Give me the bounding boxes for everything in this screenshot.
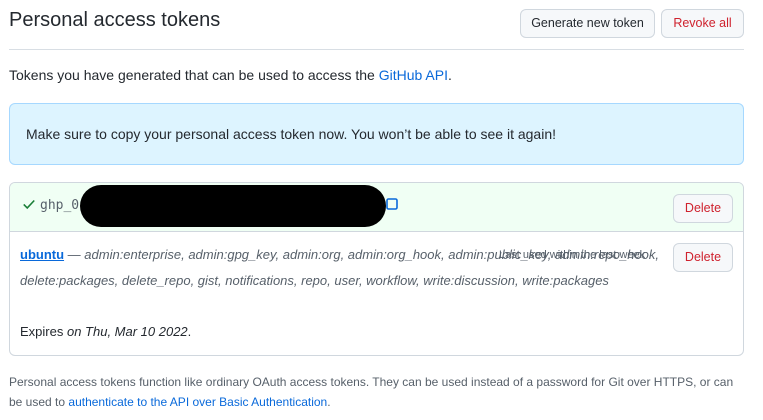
token-separator: —: [64, 247, 85, 262]
token-list: ghp_0 Delete ubuntu — admin:enterprise, …: [9, 182, 744, 356]
intro-text-before: Tokens you have generated that can be us…: [9, 67, 379, 83]
delete-token-button[interactable]: Delete: [673, 243, 733, 272]
copy-token-notice: Make sure to copy your personal access t…: [9, 103, 744, 165]
revoke-all-button[interactable]: Revoke all: [661, 9, 744, 38]
new-token-value[interactable]: ghp_0: [40, 198, 79, 213]
token-expiration: Expires on Thu, Mar 10 2022.: [20, 322, 191, 342]
check-icon: [23, 199, 35, 210]
intro-text: Tokens you have generated that can be us…: [9, 67, 452, 83]
copy-token-notice-text: Make sure to copy your personal access t…: [26, 126, 556, 142]
new-token-row: ghp_0 Delete: [10, 183, 743, 232]
generate-new-token-button[interactable]: Generate new token: [520, 9, 655, 38]
github-api-link[interactable]: GitHub API: [379, 67, 448, 83]
footer-note: Personal access tokens function like ord…: [9, 372, 744, 412]
delete-new-token-button[interactable]: Delete: [673, 194, 733, 223]
token-row: ubuntu — admin:enterprise, admin:gpg_key…: [10, 232, 743, 355]
token-name-link[interactable]: ubuntu: [20, 247, 64, 262]
token-last-used: Last used within the last week: [499, 249, 646, 261]
footer-text-after: .: [327, 395, 331, 409]
expires-date: on Thu, Mar 10 2022: [63, 324, 188, 339]
expires-label: Expires: [20, 324, 64, 339]
expires-suffix: .: [187, 324, 192, 339]
copy-icon[interactable]: [386, 198, 398, 210]
page-title: Personal access tokens: [9, 9, 221, 31]
intro-text-after: .: [447, 67, 452, 83]
basic-auth-link[interactable]: authenticate to the API over Basic Authe…: [68, 395, 327, 409]
redacted-token: [80, 185, 386, 227]
page-header: Personal access tokens Generate new toke…: [9, 0, 744, 50]
